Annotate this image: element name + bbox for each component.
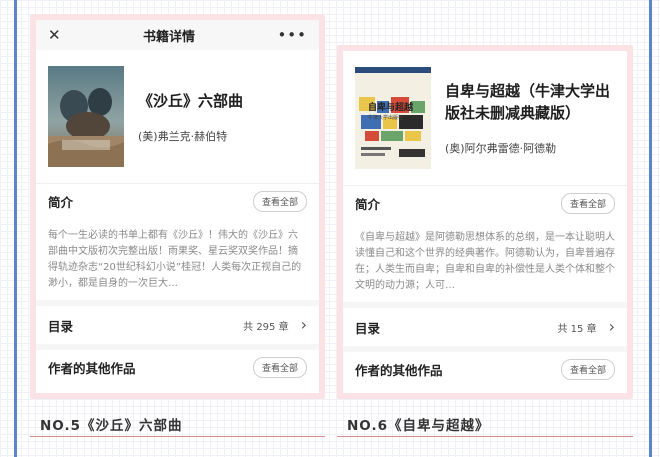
book-author[interactable]: (美)弗兰克·赫伯特 [138,128,243,144]
view-all-intro-button[interactable]: 查看全部 [560,192,615,214]
intro-header: 简介 查看全部 [36,183,319,218]
intro-heading: 简介 [48,194,74,210]
intro-text: 每个一生必读的书单上都有《沙丘》！伟大的《沙丘》六部曲中文版初次完整出版！雨果奖… [48,230,302,289]
other-works-row: 作者的其他作品 查看全部 [36,350,319,384]
page-title: 书籍详情 [143,29,196,45]
book-title: 自卑与超越（牛津大学出版社未删减典藏版） [445,82,611,122]
chapter-count: 共 15 章 [557,323,597,335]
right-book-detail-screen: 自卑与超越 牛津大学出版社 自卑与超越（牛津大学出版社未删减典藏版） (奥)阿尔… [343,51,627,393]
book-cover-superiority[interactable]: 自卑与超越 牛津大学出版社 [355,67,431,169]
navigation-bar: ✕ 书籍详情 ••• [36,20,319,50]
intro-text: 《自卑与超越》是阿德勒思想体系的总纲，是一本让聪明人读懂自己和这个世界的经典著作… [355,232,615,291]
other-works-heading: 作者的其他作品 [355,362,443,378]
right-border-line [649,0,652,457]
caption-no6: NO.6《自卑与超越》 [347,418,490,434]
book-title: 《沙丘》六部曲 [138,91,244,110]
caption-underline [337,436,633,437]
more-icon[interactable]: ••• [277,26,307,44]
chevron-right-icon: › [300,315,307,334]
intro-heading: 简介 [355,196,381,212]
toc-heading: 目录 [48,318,74,334]
book-info: 《沙丘》六部曲 (美)弗兰克·赫伯特 [124,66,243,167]
other-works-heading: 作者的其他作品 [48,360,136,376]
toc-row[interactable]: 目录 共 295 章 › [36,306,319,344]
cover-title: 自卑与超越 [368,103,414,113]
book-card: 《沙丘》六部曲 (美)弗兰克·赫伯特 [36,50,319,183]
chevron-right-icon: › [608,317,615,336]
book-author[interactable]: (奥)阿尔弗雷德·阿德勒 [445,140,615,156]
toc-heading: 目录 [355,320,381,336]
book-card: 自卑与超越 牛津大学出版社 自卑与超越（牛津大学出版社未删减典藏版） (奥)阿尔… [343,51,627,185]
toc-row[interactable]: 目录 共 15 章 › [343,308,627,346]
caption-no5: NO.5《沙丘》六部曲 [40,418,183,434]
caption-underline [30,436,325,437]
chapter-count: 共 295 章 [243,321,289,333]
view-all-works-button[interactable]: 查看全部 [560,358,615,380]
close-icon[interactable]: ✕ [48,26,61,44]
book-cover-dune[interactable] [48,66,124,167]
view-all-intro-button[interactable]: 查看全部 [252,190,307,212]
intro-header: 简介 查看全部 [343,185,627,220]
left-border-line [14,0,17,457]
view-all-works-button[interactable]: 查看全部 [252,356,307,378]
left-book-detail-screen: ✕ 书籍详情 ••• 《沙丘》六部曲 (美)弗兰克·赫伯特 简介 查看全部 每个… [36,20,319,393]
other-works-row: 作者的其他作品 查看全部 [343,352,627,386]
book-info: 自卑与超越（牛津大学出版社未删减典藏版） (奥)阿尔弗雷德·阿德勒 [431,67,615,169]
cover-subtitle: 牛津大学出版社 [368,115,404,121]
